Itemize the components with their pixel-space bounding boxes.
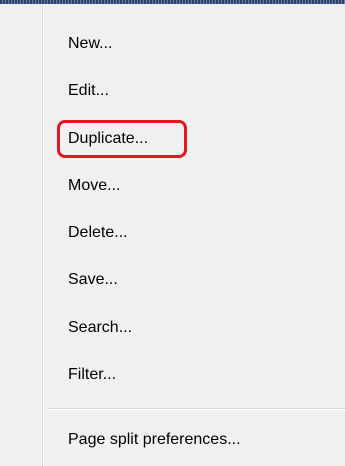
menu-item-duplicate[interactable]: Duplicate...	[50, 119, 340, 159]
menu-item-move[interactable]: Move...	[50, 166, 340, 206]
menu-item-label: Save...	[68, 271, 118, 288]
menu-item-label: Page split preferences...	[68, 431, 241, 448]
menu-item-label: Filter...	[68, 366, 117, 383]
menu-item-delete[interactable]: Delete...	[50, 213, 340, 253]
menu-top-edge	[0, 0, 345, 4]
menu-item-label: Move...	[68, 177, 121, 194]
menu-item-label: New...	[68, 35, 113, 52]
menu-item-filter[interactable]: Filter...	[50, 355, 340, 395]
menu-item-label: Duplicate...	[68, 130, 149, 147]
menu-item-new[interactable]: New...	[50, 24, 340, 64]
menu-item-save[interactable]: Save...	[50, 260, 340, 300]
menu-item-label: Edit...	[68, 82, 109, 99]
menu-icon-gutter-divider-highlight	[43, 6, 44, 466]
menu-item-label: Delete...	[68, 224, 128, 241]
context-menu: New... Edit... Duplicate... Move... Dele…	[0, 0, 345, 466]
menu-separator-highlight	[48, 409, 345, 410]
menu-item-page-split-preferences[interactable]: Page split preferences...	[50, 420, 340, 460]
menu-item-label: Search...	[68, 319, 133, 336]
menu-item-edit[interactable]: Edit...	[50, 71, 340, 111]
menu-item-search[interactable]: Search...	[50, 308, 340, 348]
